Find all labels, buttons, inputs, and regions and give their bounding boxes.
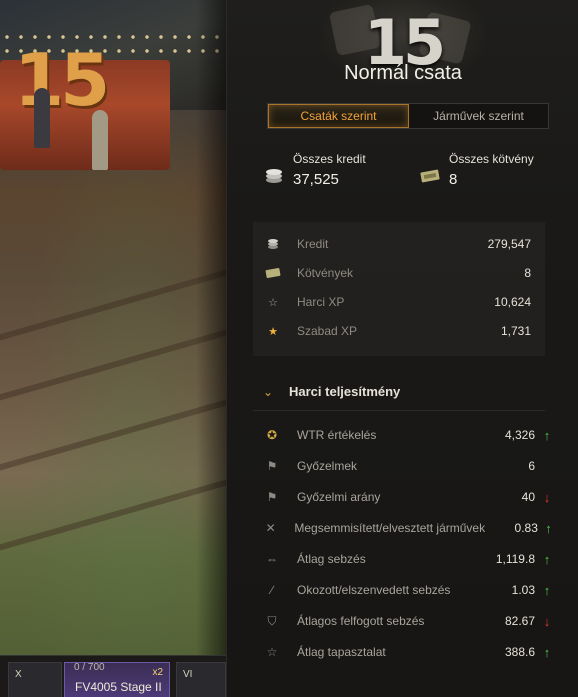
scene-figure <box>34 88 50 148</box>
scene-track-mark <box>0 256 226 350</box>
free-xp-star-icon: ★ <box>268 325 278 338</box>
combat-xp-star-icon: ☆ <box>268 296 278 309</box>
destroyed-tank-icon: ✕ <box>265 521 276 535</box>
vehicle-card[interactable]: VI <box>176 662 226 697</box>
earnings-label: Kötvények <box>297 266 354 280</box>
vehicle-tier: VI <box>183 669 193 680</box>
performance-value: 4,326 <box>504 428 535 442</box>
performance-value: 1.03 <box>511 583 535 597</box>
performance-value: 0.83 <box>514 521 538 535</box>
trend-up-arrow-icon: ↑ <box>543 644 551 660</box>
tab-by-battles[interactable]: Csaták szerint <box>268 104 409 128</box>
credit-coins-icon <box>266 169 282 183</box>
performance-label: Okozott/elszenvedett sebzés <box>297 583 451 597</box>
performance-label: Megsemmisített/elvesztett járművek <box>294 521 486 535</box>
performance-value: 40 <box>521 490 535 504</box>
victory-flag-icon: ⚑ <box>266 459 278 473</box>
performance-row: ⚑ Győzelmek 6 <box>253 454 559 478</box>
performance-label: Győzelmek <box>297 459 358 473</box>
performance-value: 388.6 <box>504 645 535 659</box>
trend-up-arrow-icon: ↑ <box>543 582 551 598</box>
performance-label: WTR értékelés <box>297 428 377 442</box>
performance-row: ☆ Átlag tapasztalat 388.6 ↑ <box>253 640 559 664</box>
average-xp-star-icon: ☆ <box>266 645 278 659</box>
earnings-value: 279,547 <box>487 237 531 251</box>
chevron-down-icon: ⌄ <box>263 384 274 399</box>
performance-value: 6 <box>528 459 535 473</box>
performance-value: 82.67 <box>504 614 535 628</box>
earnings-label: Harci XP <box>297 295 345 309</box>
trend-up-arrow-icon: ↑ <box>545 520 552 536</box>
scene-anniversary-15-sign: 15 <box>14 38 110 122</box>
session-stats-panel: 15 Normál csata Csaták szerint Járművek … <box>226 0 578 697</box>
trend-down-arrow-icon: ↓ <box>543 613 551 629</box>
earnings-value: 10,624 <box>494 295 531 309</box>
bond-icon <box>263 266 283 280</box>
performance-row: ✪ WTR értékelés 4,326 ↑ <box>253 423 559 447</box>
earnings-label: Szabad XP <box>297 324 358 338</box>
damage-ratio-icon: ∕ <box>270 583 273 597</box>
scene-edge-shade <box>196 0 226 697</box>
earnings-row: Kredit 279,547 <box>253 232 545 256</box>
section-divider <box>253 410 545 411</box>
wtr-laurel-icon: ✪ <box>266 428 278 442</box>
performance-label: Győzelmi arány <box>297 490 381 504</box>
garage-scene: 15 <box>0 0 226 697</box>
scene-figure <box>92 110 108 170</box>
total-credit-label: Összes kredit <box>293 152 366 166</box>
total-bond-value: 8 <box>449 171 458 188</box>
combat-performance-toggle[interactable]: ⌄ Harci teljesítmény <box>263 384 400 399</box>
victory-flag-icon: ⚑ <box>266 490 278 504</box>
performance-row: ∕ Okozott/elszenvedett sebzés 1.03 ↑ <box>253 578 559 602</box>
tab-by-vehicles[interactable]: Járművek szerint <box>409 104 548 128</box>
earnings-value: 1,731 <box>500 324 531 338</box>
trend-up-arrow-icon: ↑ <box>543 551 551 567</box>
performance-label: Átlagos felfogott sebzés <box>297 614 425 628</box>
vehicle-tier: X <box>15 669 22 680</box>
vehicle-name: FV4005 Stage II <box>75 680 162 694</box>
credit-coins-icon <box>263 237 283 251</box>
performance-row: ✕ Megsemmisített/elvesztett járművek 0.8… <box>253 516 559 540</box>
bond-icon <box>420 169 440 183</box>
performance-row: ⛉ Átlagos felfogott sebzés 82.67 ↓ <box>253 609 559 633</box>
performance-value: 1,119.8 <box>495 552 535 566</box>
earnings-row: Kötvények 8 <box>253 261 545 285</box>
xp-multiplier-badge: x2 <box>152 667 163 678</box>
performance-label: Átlag tapasztalat <box>297 645 386 659</box>
trend-down-arrow-icon: ↓ <box>543 489 551 505</box>
scene-track-mark <box>0 466 226 560</box>
view-tabs: Csaták szerint Járművek szerint <box>267 103 549 129</box>
total-bond-label: Összes kötvény <box>449 152 534 166</box>
combat-performance-title: Harci teljesítmény <box>289 384 401 399</box>
earnings-value: 8 <box>524 266 531 280</box>
vehicle-card[interactable]: X <box>8 662 62 697</box>
scene-track-mark <box>0 386 226 480</box>
battle-type-title: Normál csata <box>344 62 462 84</box>
performance-row: ⇔ Átlag sebzés 1,119.8 ↑ <box>253 547 559 571</box>
blocked-damage-shield-icon: ⛉ <box>267 613 277 628</box>
performance-label: Átlag sebzés <box>297 552 366 566</box>
earnings-row: ☆ Harci XP 10,624 <box>253 290 545 314</box>
total-credit-value: 37,525 <box>293 171 339 188</box>
earnings-row: ★ Szabad XP 1,731 <box>253 319 545 343</box>
performance-row: ⚑ Győzelmi arány 40 ↓ <box>253 485 559 509</box>
trend-up-arrow-icon: ↑ <box>543 427 551 443</box>
average-damage-icon: ⇔ <box>266 552 278 566</box>
vehicle-carousel: X x2 FV4005 Stage II VI <box>0 655 226 697</box>
vehicle-xp-progress: 0 / 700 <box>74 662 105 673</box>
earnings-label: Kredit <box>297 237 329 251</box>
